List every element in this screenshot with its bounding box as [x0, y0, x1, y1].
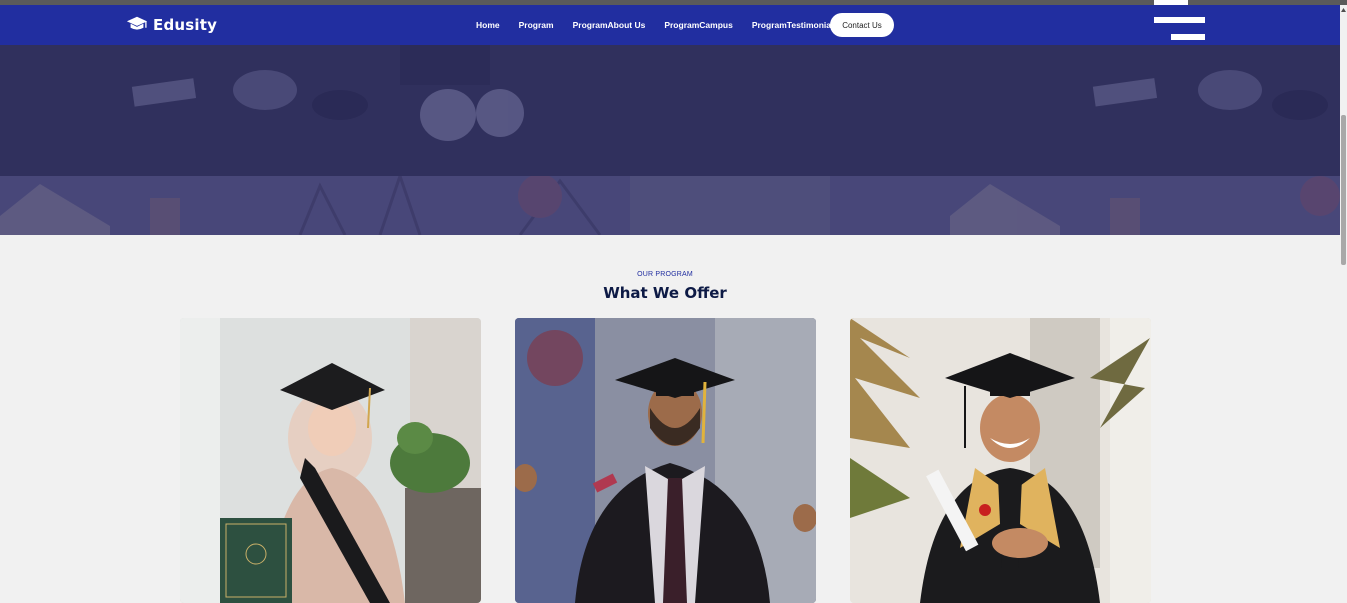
nav-link-campus[interactable]: ProgramCampus: [664, 20, 733, 30]
graduate-woman-hijab-photo: [180, 318, 481, 603]
graduate-man-diploma-photo: [850, 318, 1151, 603]
program-card-3[interactable]: [850, 318, 1151, 603]
contact-us-button[interactable]: Contact Us: [830, 13, 894, 37]
nav-link-testimonials[interactable]: ProgramTestimonials: [752, 20, 838, 30]
hero-background-image: [0, 45, 1340, 176]
section-title: What We Offer: [603, 284, 727, 302]
campus-background-image: [0, 176, 1340, 235]
nav-link-about-us[interactable]: ProgramAbout Us: [573, 20, 646, 30]
brand-logo[interactable]: Edusity: [126, 15, 217, 35]
hamburger-menu-icon[interactable]: [1154, 0, 1206, 44]
brand-name: Edusity: [153, 16, 218, 34]
program-card-1[interactable]: [180, 318, 481, 603]
navbar: Edusity Home Program ProgramAbout Us Pro…: [0, 5, 1340, 45]
program-card-2[interactable]: [515, 318, 816, 603]
scrollbar-track[interactable]: [1340, 5, 1347, 603]
nav-link-program[interactable]: Program: [519, 20, 554, 30]
nav-link-home[interactable]: Home: [476, 20, 500, 30]
scroll-up-arrow-icon[interactable]: [1340, 5, 1347, 15]
graduation-cap-icon: [126, 16, 148, 30]
section-subtitle: OUR PROGRAM: [637, 271, 693, 278]
scrollbar-thumb[interactable]: [1341, 115, 1346, 265]
graduate-man-tie-photo: [515, 318, 816, 603]
nav-links: Home Program ProgramAbout Us ProgramCamp…: [476, 20, 857, 30]
